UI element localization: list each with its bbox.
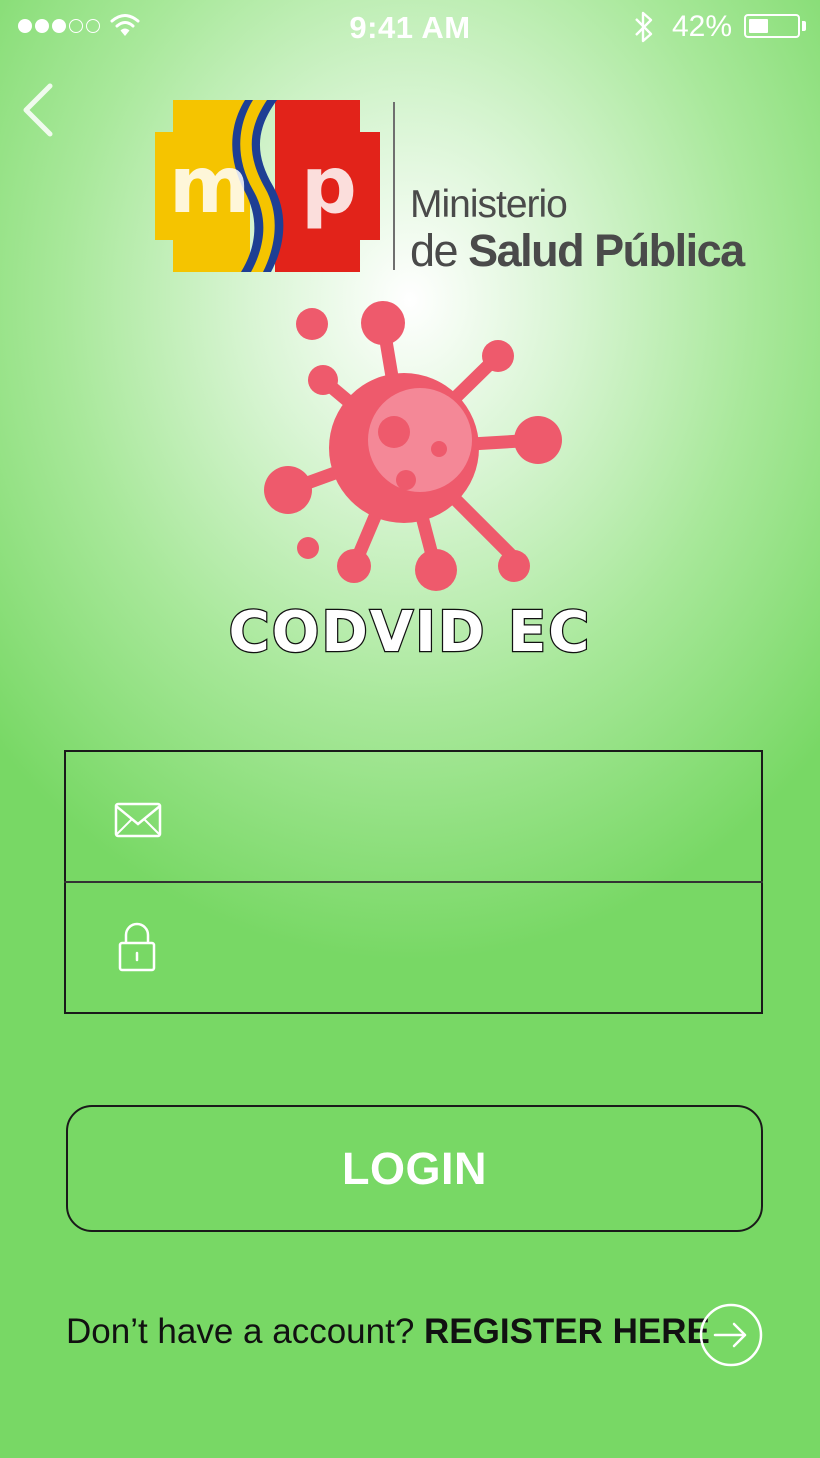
svg-text:p: p <box>301 141 357 231</box>
login-button[interactable]: LOGIN <box>66 1105 763 1232</box>
register-prompt: Don’t have a account? <box>66 1312 425 1351</box>
app-title: CODVID EC <box>227 599 592 667</box>
battery-percent: 42% <box>672 10 733 43</box>
password-field[interactable] <box>66 884 761 1014</box>
msp-logo: m p <box>155 100 380 272</box>
bluetooth-icon <box>635 11 653 43</box>
ministry-name-prefix: de <box>410 225 469 276</box>
ministry-name-line2: de Salud Pública <box>410 225 745 277</box>
arrow-right-circle-icon[interactable] <box>699 1303 763 1367</box>
chevron-left-icon[interactable] <box>18 82 58 138</box>
register-link[interactable]: REGISTER HERE <box>424 1312 710 1351</box>
password-input[interactable] <box>196 884 740 1014</box>
register-row: Don’t have a account? REGISTER HERE <box>66 1312 710 1352</box>
lock-icon <box>118 922 156 972</box>
logo-divider <box>393 102 395 270</box>
ministry-name-bold: Salud Pública <box>468 225 745 276</box>
svg-text:m: m <box>169 141 250 231</box>
status-bar: 9:41 AM 42% <box>0 0 820 54</box>
mail-icon <box>114 802 162 838</box>
email-input[interactable] <box>196 753 740 883</box>
email-field[interactable] <box>66 753 761 883</box>
ministry-name-line1: Ministerio <box>410 183 568 226</box>
virus-icon <box>264 301 562 591</box>
battery-icon <box>744 14 800 38</box>
battery-tip <box>802 21 806 31</box>
